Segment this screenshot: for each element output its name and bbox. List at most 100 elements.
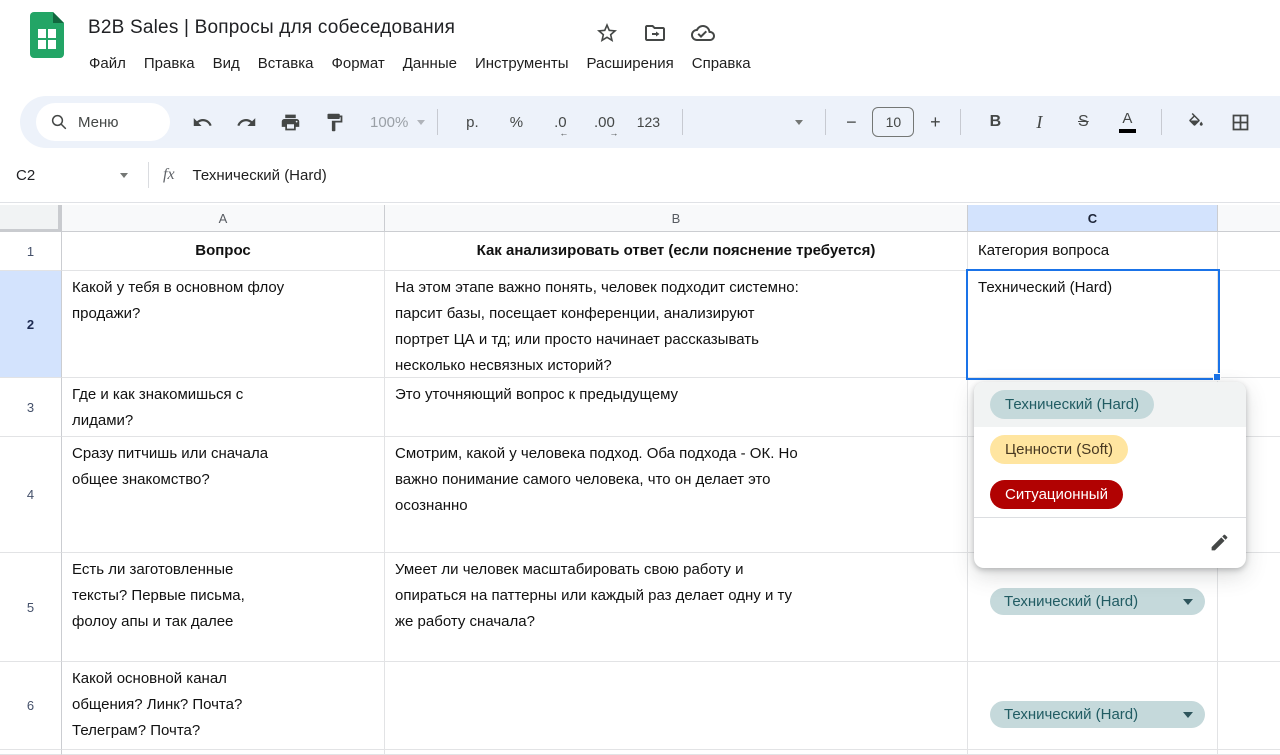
text-color-button[interactable]: A [1109, 111, 1145, 133]
row-header-3[interactable]: 3 [0, 378, 62, 437]
menu-tools[interactable]: Инструменты [466, 52, 578, 75]
row-header-5[interactable]: 5 [0, 553, 62, 662]
menu-view[interactable]: Вид [204, 52, 249, 75]
dropdown-option-situational[interactable]: Ситуационный [974, 472, 1246, 517]
menu-bar: Файл Правка Вид Вставка Формат Данные Ин… [80, 52, 760, 75]
move-folder-icon[interactable] [642, 20, 668, 46]
menu-edit[interactable]: Правка [135, 52, 204, 75]
cell-A6[interactable]: Какой основной канал общения? Линк? Почт… [62, 662, 385, 750]
column-header-c[interactable]: C [968, 205, 1218, 232]
font-size-input[interactable]: 10 [872, 107, 914, 137]
paint-format-button[interactable] [316, 104, 352, 140]
print-icon [280, 112, 301, 133]
cell-D1[interactable] [1218, 232, 1280, 271]
edit-pencil-icon[interactable] [1209, 532, 1230, 553]
cell-B6[interactable] [385, 662, 968, 750]
row-header-2[interactable]: 2 [0, 271, 62, 378]
format-percent-button[interactable]: % [498, 114, 534, 131]
column-header-b[interactable]: B [385, 205, 968, 232]
cell-C7[interactable] [968, 750, 1218, 755]
redo-icon [236, 112, 257, 133]
column-header-d[interactable] [1218, 205, 1280, 232]
font-size-control: − 10 + [838, 107, 948, 137]
cell-C5[interactable]: Технический (Hard) [968, 553, 1218, 662]
cell-B4[interactable]: Смотрим, какой у человека подход. Оба по… [385, 437, 968, 553]
cell-B2[interactable]: На этом этапе важно понять, человек подх… [385, 271, 968, 378]
fill-color-icon [1187, 113, 1205, 131]
menu-file[interactable]: Файл [80, 52, 135, 75]
row-header-1[interactable]: 1 [0, 232, 62, 271]
number-format-button[interactable]: 123 [630, 114, 666, 130]
cell-A4[interactable]: Сразу питчишь или сначала общее знакомст… [62, 437, 385, 553]
cell-D5[interactable] [1218, 553, 1280, 662]
arrow-left-icon: ← [559, 128, 568, 138]
menu-help[interactable]: Справка [683, 52, 760, 75]
cell-A2[interactable]: Какой у тебя в основном флоу продажи? [62, 271, 385, 378]
option-chip-technical: Технический (Hard) [990, 390, 1154, 419]
cell-D2[interactable] [1218, 271, 1280, 378]
option-chip-situational: Ситуационный [990, 480, 1123, 509]
chevron-down-icon [1183, 599, 1193, 605]
cell-A5[interactable]: Есть ли заготовленные тексты? Первые пис… [62, 553, 385, 662]
google-sheets-app: B2B Sales | Вопросы для собеседования Фа… [0, 0, 1280, 755]
cell-A3[interactable]: Где и как знакомишься с лидами? [62, 378, 385, 437]
column-header-a[interactable]: A [62, 205, 385, 232]
menu-data[interactable]: Данные [394, 52, 466, 75]
document-title[interactable]: B2B Sales | Вопросы для собеседования [88, 17, 455, 39]
dropdown-options-panel: Технический (Hard) Ценности (Soft) Ситуа… [974, 382, 1246, 568]
cell-B5[interactable]: Умеет ли человек масштабировать свою раб… [385, 553, 968, 662]
cell-C6[interactable]: Технический (Hard) [968, 662, 1218, 750]
category-chip[interactable]: Технический (Hard) [990, 588, 1205, 615]
chevron-down-icon [795, 120, 803, 125]
dropdown-option-values[interactable]: Ценности (Soft) [974, 427, 1246, 472]
cell-D7[interactable] [1218, 750, 1280, 755]
arrow-right-icon: → [609, 128, 618, 138]
zoom-value: 100% [370, 114, 408, 131]
cell-A1[interactable]: Вопрос [62, 232, 385, 271]
cell-C1[interactable]: Категория вопроса [968, 232, 1218, 271]
strikethrough-button[interactable]: S [1065, 113, 1101, 131]
font-family-dropdown[interactable] [695, 120, 813, 125]
name-box[interactable]: C2 [16, 167, 128, 184]
cell-B7[interactable] [385, 750, 968, 755]
redo-button[interactable] [228, 104, 264, 140]
dropdown-panel-footer [974, 517, 1246, 567]
cell-A7[interactable] [62, 750, 385, 755]
formula-input[interactable]: Технический (Hard) [193, 167, 327, 184]
cell-B3[interactable]: Это уточняющий вопрос к предыдущему [385, 378, 968, 437]
format-currency-button[interactable]: р. [454, 114, 490, 131]
formula-bar: C2 fx Технический (Hard) [0, 148, 1280, 203]
decrease-font-size-button[interactable]: − [838, 112, 864, 133]
option-chip-values: Ценности (Soft) [990, 435, 1128, 464]
italic-button[interactable]: I [1021, 112, 1057, 133]
row-header-6[interactable]: 6 [0, 662, 62, 750]
category-chip[interactable]: Технический (Hard) [990, 701, 1205, 728]
increase-decimal-button[interactable]: .00→ [586, 114, 622, 131]
borders-button[interactable] [1222, 104, 1258, 140]
search-icon [50, 113, 68, 131]
cell-D6[interactable] [1218, 662, 1280, 750]
menu-extensions[interactable]: Расширения [578, 52, 683, 75]
cell-B1[interactable]: Как анализировать ответ (если пояснение … [385, 232, 968, 271]
undo-button[interactable] [184, 104, 220, 140]
zoom-control[interactable]: 100% [370, 114, 425, 131]
row-header-4[interactable]: 4 [0, 437, 62, 553]
fill-color-button[interactable] [1178, 113, 1214, 131]
fx-icon: fx [163, 166, 175, 184]
star-icon[interactable] [594, 20, 620, 46]
decrease-decimal-button[interactable]: .0← [542, 114, 578, 131]
cell-C2-selected[interactable]: Технический (Hard) [968, 271, 1218, 378]
menu-format[interactable]: Формат [322, 52, 393, 75]
search-menus-button[interactable]: Меню [36, 103, 170, 141]
select-all-corner[interactable] [0, 205, 62, 232]
cloud-saved-icon[interactable] [690, 20, 716, 46]
dropdown-option-technical[interactable]: Технический (Hard) [974, 382, 1246, 427]
fill-handle[interactable] [1213, 373, 1221, 381]
row-header-7[interactable] [0, 750, 62, 755]
menu-insert[interactable]: Вставка [249, 52, 323, 75]
undo-icon [192, 112, 213, 133]
sheets-logo[interactable] [30, 12, 64, 58]
bold-button[interactable]: B [977, 113, 1013, 131]
increase-font-size-button[interactable]: + [922, 112, 948, 133]
print-button[interactable] [272, 104, 308, 140]
